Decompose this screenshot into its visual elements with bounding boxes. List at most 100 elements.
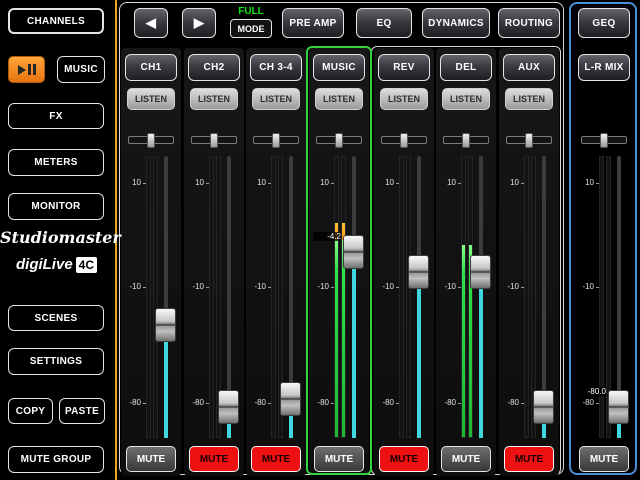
mode-value: FULL	[230, 5, 272, 19]
channel-strip: CH 3-4 LISTEN 10 -10 -80 MUTE	[246, 48, 306, 476]
pan-slider[interactable]	[506, 133, 552, 148]
selected-channel-box	[306, 46, 372, 475]
paste-button[interactable]: PASTE	[59, 398, 105, 424]
copy-button[interactable]: COPY	[8, 398, 53, 424]
pan-slider[interactable]	[128, 133, 174, 148]
pan-handle[interactable]	[400, 133, 408, 148]
scale-label: -10	[246, 283, 266, 291]
fader-track[interactable]	[479, 156, 483, 438]
scale-label: -10	[574, 283, 594, 291]
mute-button[interactable]: MUTE	[504, 446, 554, 472]
prev-layer-button[interactable]: ◀	[134, 8, 168, 38]
pan-slider[interactable]	[581, 133, 627, 148]
mute-group-button[interactable]: MUTE GROUP	[8, 446, 104, 473]
right-arrow-icon: ▶	[194, 15, 204, 31]
channel-strip: CH1 LISTEN 10 -10 -80 MUTE	[121, 48, 181, 476]
fader-handle[interactable]	[280, 382, 301, 416]
scale-label: 10	[184, 179, 204, 187]
listen-button[interactable]: LISTEN	[505, 88, 553, 110]
listen-button[interactable]: LISTEN	[380, 88, 428, 110]
mode-control: FULL MODE	[230, 5, 272, 38]
fader-fill	[479, 272, 483, 438]
fader-track[interactable]	[417, 156, 421, 438]
mute-button[interactable]: MUTE	[379, 446, 429, 472]
fader-zone: 10 -10 -80	[184, 152, 244, 448]
channel-select-button[interactable]: CH 3-4	[250, 54, 302, 81]
channel-select-button[interactable]: CH1	[125, 54, 177, 81]
level-meter	[146, 156, 151, 438]
fader-handle[interactable]	[408, 255, 429, 289]
channels-button[interactable]: CHANNELS	[8, 8, 104, 34]
scale-label: -10	[436, 283, 456, 291]
pan-slider[interactable]	[443, 133, 489, 148]
mute-button[interactable]: MUTE	[189, 446, 239, 472]
play-icon	[18, 65, 26, 75]
channel-strip: DEL LISTEN 10 -10 -80 MUTE	[436, 48, 496, 476]
monitor-button[interactable]: MONITOR	[8, 193, 104, 220]
fader-handle[interactable]	[608, 390, 629, 424]
scenes-button[interactable]: SCENES	[8, 305, 104, 331]
mute-button[interactable]: MUTE	[441, 446, 491, 472]
model-badge: 4C	[76, 257, 97, 273]
fader-zone: 10 -10 -80	[121, 152, 181, 448]
channel-strip: AUX LISTEN 10 -10 -80 MUTE	[499, 48, 559, 476]
pan-handle[interactable]	[210, 133, 218, 148]
mode-button[interactable]: MODE	[230, 19, 272, 38]
pan-handle[interactable]	[272, 133, 280, 148]
listen-button[interactable]: LISTEN	[252, 88, 300, 110]
listen-button[interactable]: LISTEN	[442, 88, 490, 110]
scale-label: 10	[499, 179, 519, 187]
channel-select-button[interactable]: REV	[378, 54, 430, 81]
play-pause-button[interactable]	[8, 56, 45, 83]
channel-select-button[interactable]: CH2	[188, 54, 240, 81]
fader-fill	[417, 272, 421, 438]
pan-handle[interactable]	[525, 133, 533, 148]
pan-handle[interactable]	[147, 133, 155, 148]
scale-label: -80	[374, 399, 394, 407]
fader-track[interactable]	[164, 156, 168, 438]
fader-handle[interactable]	[533, 390, 554, 424]
fader-zone: 10 -10 -80	[499, 152, 559, 448]
pan-handle[interactable]	[600, 133, 608, 148]
mute-button[interactable]: MUTE	[579, 446, 629, 472]
sidebar: CHANNELS MUSIC FX METERS MONITOR Studiom…	[0, 0, 113, 480]
channel-select-button[interactable]: L-R MIX	[578, 54, 630, 81]
scale-label: -80	[574, 399, 594, 407]
pan-slider[interactable]	[253, 133, 299, 148]
fx-button[interactable]: FX	[8, 103, 104, 129]
fader-zone: 10 -10 -80	[436, 152, 496, 448]
brand-logo: Studiomaster digiLive4C	[0, 228, 113, 273]
fader-value: -80.0	[578, 387, 606, 396]
pan-handle[interactable]	[462, 133, 470, 148]
scale-label: -10	[499, 283, 519, 291]
listen-button[interactable]: LISTEN	[190, 88, 238, 110]
routing-button[interactable]: ROUTING	[498, 8, 560, 38]
mute-button[interactable]: MUTE	[251, 446, 301, 472]
pan-slider[interactable]	[381, 133, 427, 148]
music-player-button[interactable]: MUSIC	[57, 56, 105, 83]
channel-select-button[interactable]: AUX	[503, 54, 555, 81]
level-meter	[399, 156, 404, 438]
level-meter	[209, 156, 214, 438]
eq-button[interactable]: EQ	[356, 8, 412, 38]
fader-handle[interactable]	[218, 390, 239, 424]
next-layer-button[interactable]: ▶	[182, 8, 216, 38]
scale-label: 10	[246, 179, 266, 187]
fader-handle[interactable]	[155, 308, 176, 342]
product-name: digiLive4C	[0, 256, 113, 273]
level-meter	[461, 156, 466, 438]
fader-handle[interactable]	[470, 255, 491, 289]
dynamics-button[interactable]: DYNAMICS	[422, 8, 490, 38]
meters-button[interactable]: METERS	[8, 149, 104, 176]
listen-button[interactable]: LISTEN	[127, 88, 175, 110]
channel-select-button[interactable]: DEL	[440, 54, 492, 81]
product-text: digiLive	[16, 256, 73, 273]
pan-slider[interactable]	[191, 133, 237, 148]
fader-zone: 10 -10 -80	[374, 152, 434, 448]
preamp-button[interactable]: PRE AMP	[282, 8, 344, 38]
geq-button[interactable]: GEQ	[578, 8, 630, 38]
mute-button[interactable]: MUTE	[126, 446, 176, 472]
channel-strip: CH2 LISTEN 10 -10 -80 MUTE	[184, 48, 244, 476]
level-meter	[271, 156, 276, 438]
settings-button[interactable]: SETTINGS	[8, 348, 104, 375]
